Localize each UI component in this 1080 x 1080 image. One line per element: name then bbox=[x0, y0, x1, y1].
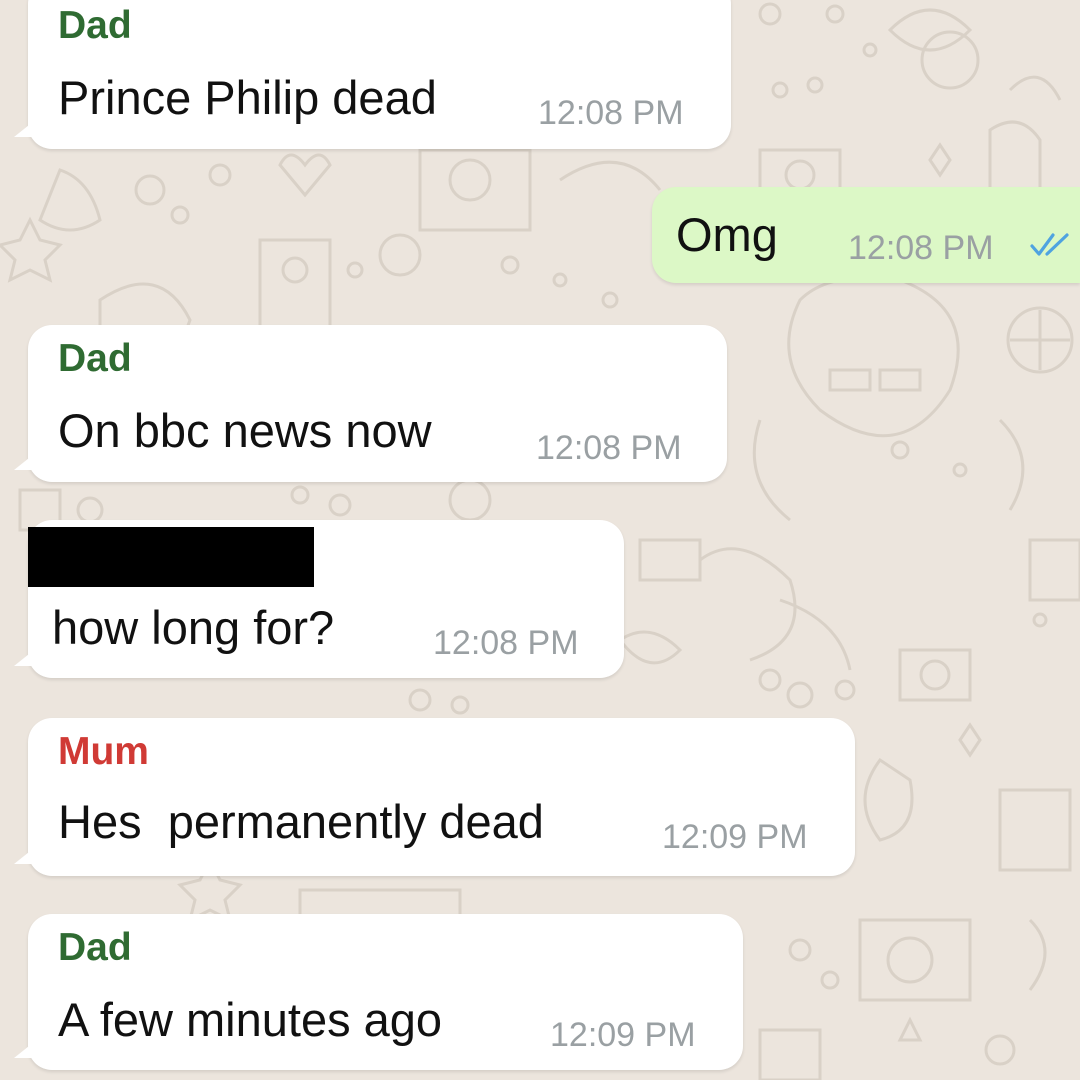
message-text: A few minutes ago bbox=[58, 993, 443, 1046]
message-bubble-outgoing[interactable]: Omg 12:08 PM bbox=[652, 187, 1080, 283]
message-timestamp: 12:09 PM bbox=[550, 1016, 696, 1054]
message-timestamp: 12:09 PM bbox=[662, 818, 808, 856]
sender-name: Dad bbox=[58, 337, 132, 380]
message-text: how long for? bbox=[52, 601, 335, 654]
message-bubble[interactable]: Dad On bbc news now 12:08 PM bbox=[14, 325, 727, 482]
message-text: Hes permanently dead bbox=[58, 795, 544, 848]
message-text: Prince Philip dead bbox=[58, 71, 437, 124]
message-timestamp: 12:08 PM bbox=[538, 94, 684, 132]
message-text: Omg bbox=[676, 208, 778, 261]
sender-name: Mum bbox=[58, 730, 149, 773]
sender-name: Dad bbox=[58, 4, 132, 47]
message-bubble[interactable]: how long for? 12:08 PM bbox=[14, 520, 624, 678]
message-bubble[interactable]: Dad A few minutes ago 12:09 PM bbox=[14, 914, 743, 1070]
message-timestamp: 12:08 PM bbox=[433, 624, 579, 662]
message-timestamp: 12:08 PM bbox=[536, 429, 682, 467]
sender-name: Dad bbox=[58, 926, 132, 969]
message-bubble[interactable]: Dad Prince Philip dead 12:08 PM bbox=[14, 0, 731, 149]
message-timestamp: 12:08 PM bbox=[848, 229, 994, 267]
redacted-sender-name bbox=[28, 527, 314, 587]
message-bubble[interactable]: Mum Hes permanently dead 12:09 PM bbox=[14, 718, 855, 876]
message-text: On bbc news now bbox=[58, 404, 432, 457]
double-check-read-icon bbox=[1030, 233, 1069, 256]
